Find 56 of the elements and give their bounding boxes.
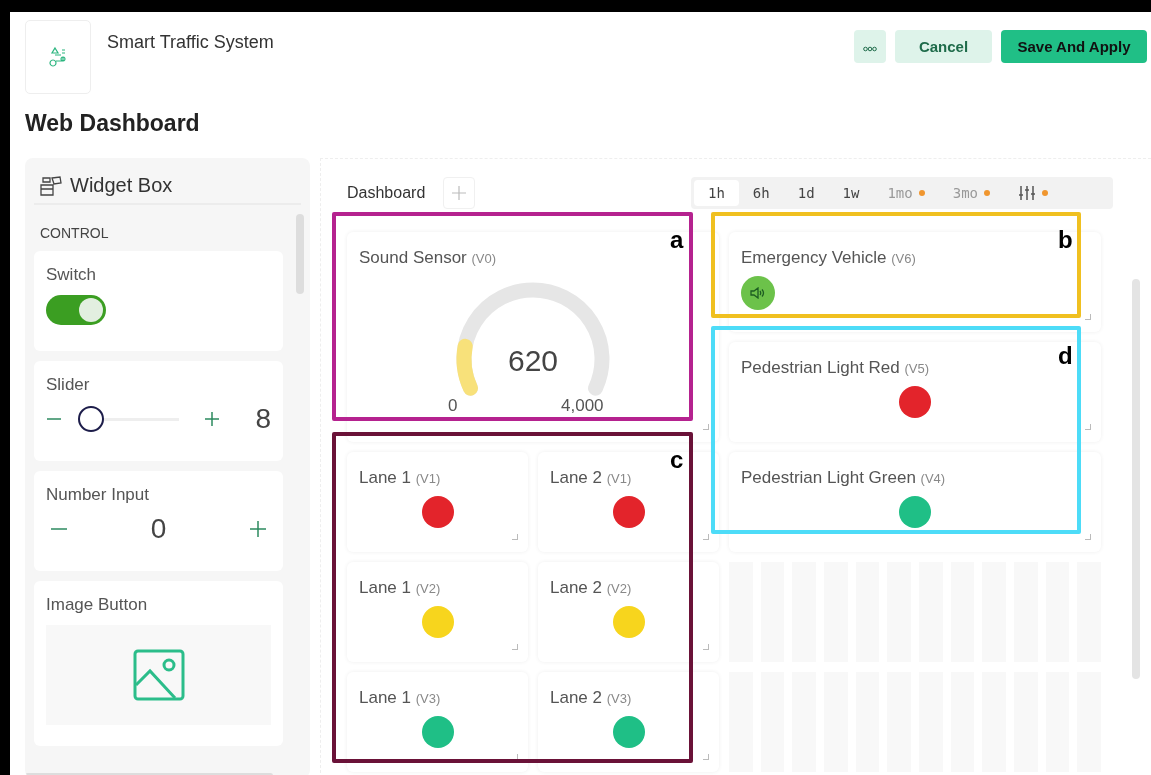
widget-card[interactable]: Pedestrian Light Green (V4) bbox=[729, 452, 1101, 552]
widget-title: Lane 2 (V1) bbox=[550, 468, 633, 488]
toggle-switch[interactable] bbox=[46, 295, 106, 325]
gauge-min-label: 0 bbox=[448, 397, 458, 415]
scrollbar[interactable] bbox=[1132, 279, 1140, 679]
add-tab-button[interactable] bbox=[443, 177, 476, 209]
widget-label: Image Button bbox=[46, 595, 149, 615]
scrollbar[interactable] bbox=[296, 214, 304, 294]
time-range-tab[interactable]: 1h bbox=[694, 180, 739, 206]
panel-title: Widget Box bbox=[70, 174, 173, 197]
widget-label: Slider bbox=[46, 375, 91, 395]
widget-card[interactable]: Lane 1 (V3) bbox=[347, 672, 528, 772]
widget-card[interactable]: Image Button bbox=[34, 581, 283, 746]
plus-icon[interactable] bbox=[204, 411, 220, 427]
widget-title: Lane 1 (V3) bbox=[359, 688, 442, 708]
widget-title: Lane 1 (V1) bbox=[359, 468, 442, 488]
gauge-max-label: 4,000 bbox=[561, 397, 604, 415]
widget-title: Pedestrian Light Green (V4) bbox=[741, 468, 947, 488]
widget-card[interactable]: Switch bbox=[34, 251, 283, 351]
widget-card[interactable]: Lane 2 (V2) bbox=[538, 562, 719, 662]
widget-title: Lane 2 (V2) bbox=[550, 578, 633, 598]
more-icon bbox=[863, 46, 877, 52]
gauge-value: 620 bbox=[506, 344, 560, 378]
widget-title: Lane 1 (V2) bbox=[359, 578, 442, 598]
time-range-tab[interactable]: 6h bbox=[738, 180, 784, 206]
slider-value: 8 bbox=[255, 403, 271, 435]
widget-card[interactable]: Slider 8 bbox=[34, 361, 283, 461]
widget-title: Lane 2 (V3) bbox=[550, 688, 633, 708]
widget-label: Switch bbox=[46, 265, 98, 285]
dashboard-tab[interactable]: Dashboard bbox=[347, 184, 426, 202]
section-label: CONTROL bbox=[40, 225, 110, 241]
annotation-label: d bbox=[1058, 344, 1073, 368]
widget-card[interactable]: Lane 1 (V1) bbox=[347, 452, 528, 552]
widget-label: Number Input bbox=[46, 485, 150, 505]
widget-card[interactable]: Number Input 0 bbox=[34, 471, 283, 571]
widget-title: Pedestrian Light Red (V5) bbox=[741, 358, 931, 378]
widget-title: Emergency Vehicle (V6) bbox=[741, 248, 917, 268]
more-button[interactable] bbox=[854, 30, 886, 63]
slider-thumb[interactable] bbox=[78, 406, 105, 432]
speaker-button[interactable] bbox=[741, 276, 775, 310]
speaker-icon bbox=[750, 287, 766, 299]
time-range-tab[interactable]: 1w bbox=[828, 180, 874, 206]
widget-box-icon bbox=[40, 175, 62, 196]
widget-title: Sound Sensor (V0) bbox=[359, 248, 498, 268]
project-title: Smart Traffic System bbox=[107, 32, 274, 53]
cancel-button[interactable]: Cancel bbox=[895, 30, 992, 63]
widget-card[interactable]: Lane 1 (V2) bbox=[347, 562, 528, 662]
sliders-icon bbox=[1018, 185, 1037, 201]
plus-icon[interactable] bbox=[249, 520, 267, 538]
plus-icon bbox=[452, 186, 467, 200]
image-icon bbox=[132, 649, 185, 701]
time-range-tab[interactable]: 1d bbox=[783, 180, 829, 206]
widget-card[interactable]: Lane 2 (V3) bbox=[538, 672, 719, 772]
save-button[interactable]: Save And Apply bbox=[1001, 30, 1147, 63]
number-value: 0 bbox=[150, 513, 167, 545]
page-title: Web Dashboard bbox=[25, 110, 201, 138]
